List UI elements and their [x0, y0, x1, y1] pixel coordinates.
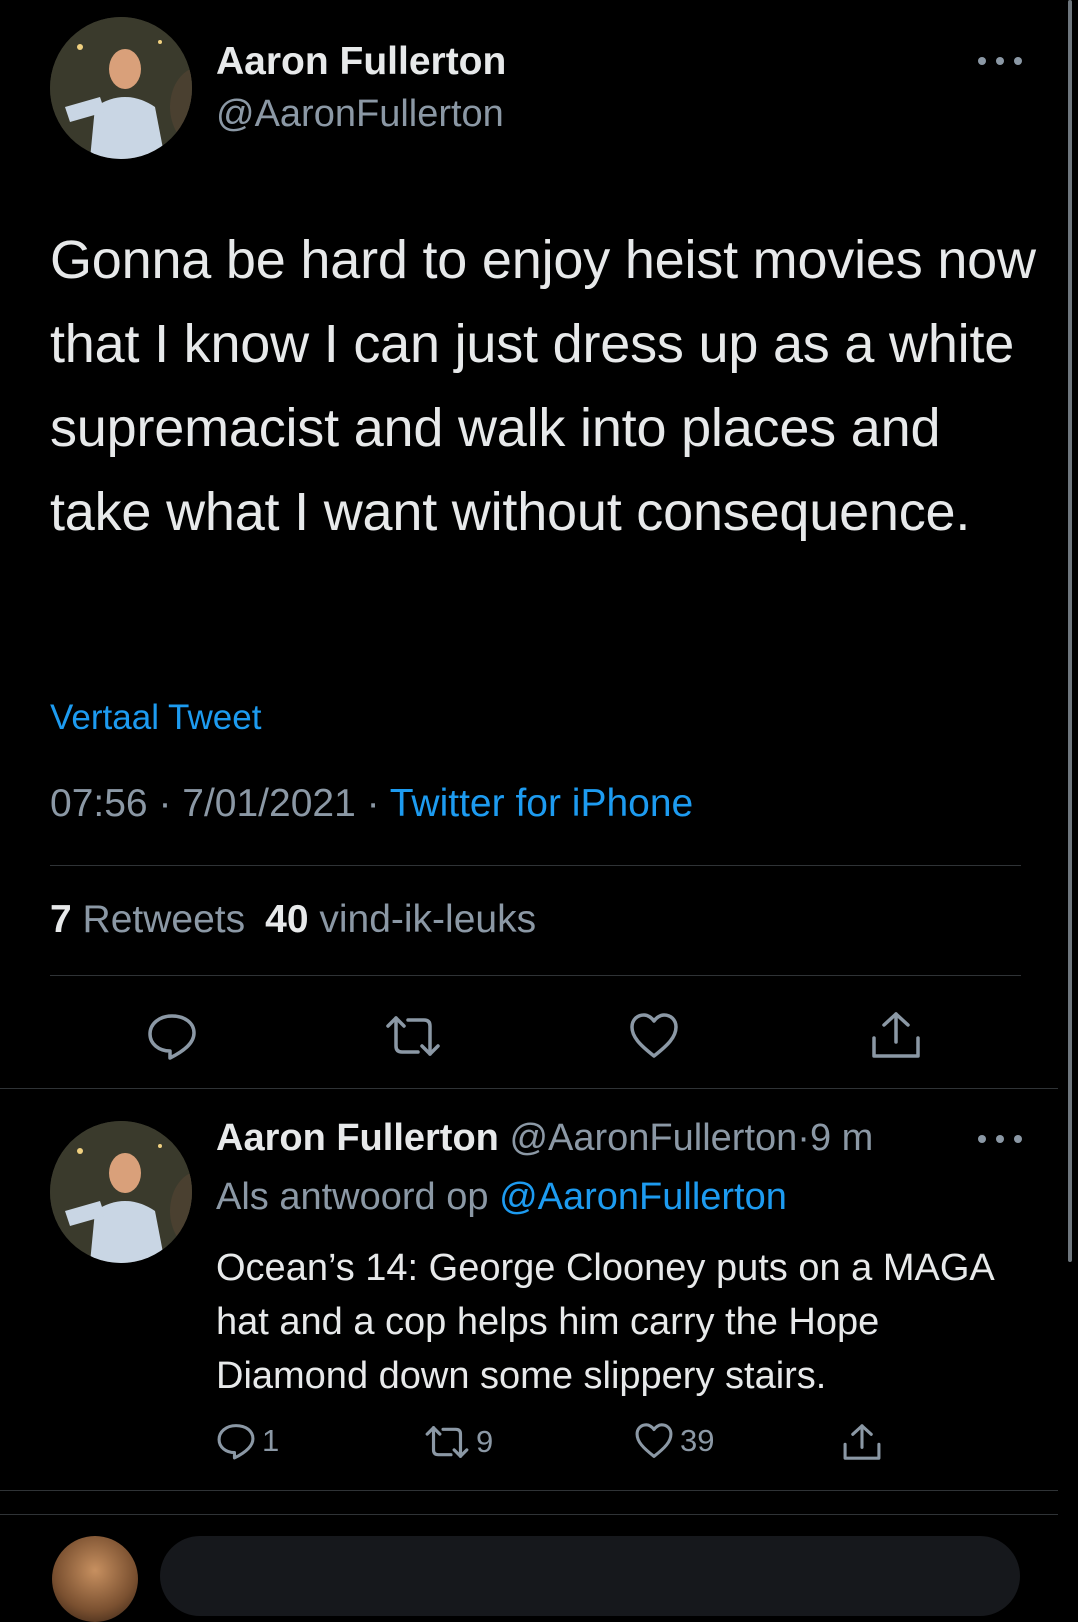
- reply-age: 9 m: [809, 1117, 874, 1159]
- retweets-stat[interactable]: 7 Retweets: [50, 898, 245, 941]
- tweet-text: Gonna be hard to enjoy heist movies now …: [50, 230, 1036, 542]
- like-count: 39: [680, 1423, 715, 1458]
- reply-icon: [217, 1424, 255, 1460]
- replying-to-mention[interactable]: @AaronFullerton: [499, 1176, 787, 1218]
- scrollbar[interactable]: [1068, 0, 1072, 1262]
- retweet-button[interactable]: 9: [424, 1424, 493, 1460]
- meta-separator: ·: [797, 1117, 810, 1159]
- meta-separator: ·: [147, 782, 183, 825]
- translate-tweet-link[interactable]: Vertaal Tweet: [50, 698, 261, 738]
- like-button[interactable]: [628, 1012, 680, 1060]
- share-button[interactable]: [870, 1010, 922, 1060]
- author-avatar[interactable]: [50, 17, 192, 159]
- likes-stat[interactable]: 40 vind-ik-leuks: [265, 898, 536, 941]
- replying-to: Als antwoord op @AaronFullerton: [216, 1176, 787, 1219]
- more-icon[interactable]: [978, 1131, 1022, 1147]
- tweet-time: 07:56: [50, 782, 148, 825]
- retweet-button[interactable]: [384, 1014, 442, 1058]
- retweet-count: 9: [476, 1424, 494, 1459]
- reply-count: 1: [262, 1423, 280, 1458]
- reply-text: Ocean’s 14: George Clooney puts on a MAG…: [216, 1247, 993, 1397]
- tweet-stats: 7 Retweets 40 vind-ik-leuks: [50, 898, 536, 942]
- share-button[interactable]: [842, 1422, 882, 1462]
- current-user-avatar: [52, 1536, 138, 1622]
- like-icon: [635, 1423, 673, 1458]
- like-button[interactable]: 39: [634, 1422, 714, 1460]
- reply-compose-input[interactable]: [160, 1536, 1020, 1616]
- share-icon: [843, 1424, 881, 1460]
- reply-author-handle[interactable]: @AaronFullerton: [509, 1117, 797, 1159]
- meta-separator: ·: [355, 782, 390, 825]
- divider: [0, 1088, 1058, 1089]
- replying-to-label: Als antwoord op: [216, 1176, 489, 1218]
- author-name[interactable]: Aaron Fullerton: [216, 40, 506, 84]
- tweet-date: 7/01/2021: [182, 782, 356, 825]
- reply-author-name[interactable]: Aaron Fullerton: [216, 1117, 499, 1159]
- divider: [0, 1514, 1058, 1515]
- tweet-meta: 07:56 · 7/01/2021 · Twitter for iPhone: [50, 782, 693, 826]
- reply-button[interactable]: 1: [216, 1422, 279, 1460]
- reply-button[interactable]: [146, 1012, 198, 1060]
- share-icon: [872, 1012, 920, 1058]
- reply-icon: [148, 1014, 196, 1060]
- like-icon: [630, 1013, 678, 1058]
- divider: [50, 865, 1021, 866]
- reply-header: Aaron Fullerton @AaronFullerton·9 m: [216, 1117, 873, 1160]
- retweet-icon: [386, 1016, 440, 1056]
- divider: [0, 1490, 1058, 1491]
- divider: [50, 975, 1021, 976]
- retweet-icon: [425, 1426, 469, 1458]
- tweet-source-link[interactable]: Twitter for iPhone: [390, 782, 693, 825]
- reply-author-avatar[interactable]: [50, 1121, 192, 1263]
- author-handle[interactable]: @AaronFullerton: [216, 93, 504, 136]
- more-icon[interactable]: [978, 53, 1022, 69]
